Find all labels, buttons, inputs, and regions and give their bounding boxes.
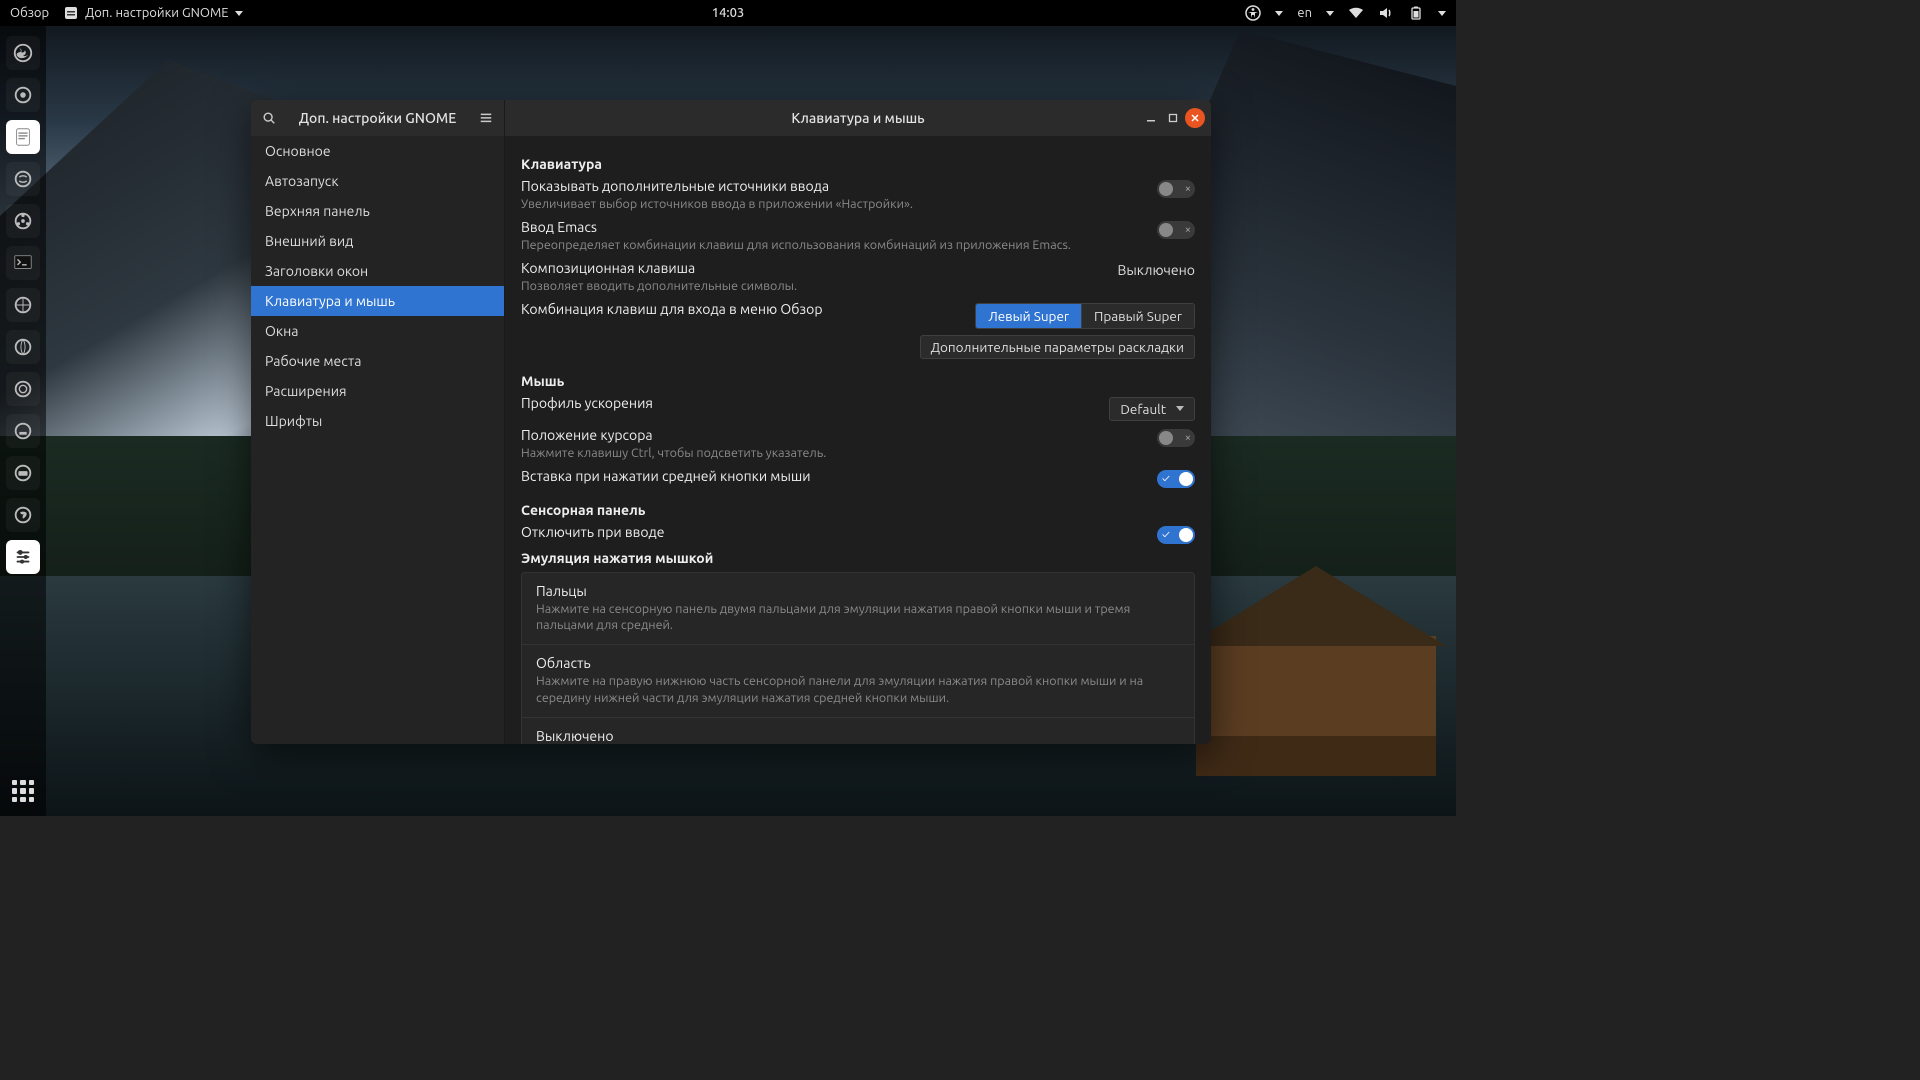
sidebar-item-fonts[interactable]: Шрифты	[251, 406, 504, 436]
gnome-top-bar: Обзор Доп. настройки GNOME 14:03 en	[0, 0, 1456, 26]
app-menu[interactable]: Доп. настройки GNOME	[63, 5, 242, 21]
minimize-button[interactable]	[1141, 108, 1161, 128]
accessibility-icon[interactable]	[1245, 5, 1261, 21]
tweaks-icon	[63, 5, 79, 21]
value-compose-key[interactable]: Выключено	[1117, 262, 1195, 278]
dock-firefox[interactable]	[6, 36, 40, 70]
hamburger-menu-button[interactable]	[468, 100, 504, 136]
dock-app-9[interactable]	[6, 498, 40, 532]
label-extra-input-sources: Показывать дополнительные источники ввод…	[521, 178, 1145, 194]
sidebar-item-topbar[interactable]: Верхняя панель	[251, 196, 504, 226]
dock-app-7[interactable]	[6, 414, 40, 448]
ubuntu-dock	[0, 26, 46, 816]
search-button[interactable]	[251, 100, 287, 136]
click-emulation-list: Пальцы Нажмите на сенсорную панель двумя…	[521, 572, 1195, 745]
maximize-button[interactable]	[1163, 108, 1183, 128]
switch-middle-click-paste[interactable]: ✓	[1157, 470, 1195, 488]
window-titlebar[interactable]: Доп. настройки GNOME Клавиатура и мышь	[251, 100, 1211, 136]
switch-locate-pointer[interactable]: ×	[1157, 429, 1195, 447]
switch-disable-while-typing[interactable]: ✓	[1157, 526, 1195, 544]
settings-content: Клавиатура Показывать дополнительные ист…	[505, 136, 1211, 744]
dock-gnome-tweaks[interactable]	[6, 540, 40, 574]
chevron-down-icon	[1438, 11, 1446, 16]
clock[interactable]: 14:03	[712, 6, 745, 20]
section-keyboard: Клавиатура	[521, 156, 1195, 172]
category-sidebar: Основное Автозапуск Верхняя панель Внешн…	[251, 136, 505, 744]
overview-key-left-super[interactable]: Левый Super	[976, 304, 1081, 328]
label-overview-shortcut: Комбинация клавиш для входа в меню Обзор	[521, 301, 963, 317]
chevron-down-icon	[235, 11, 243, 16]
chevron-down-icon	[1275, 11, 1283, 16]
label-emacs-input: Ввод Emacs	[521, 219, 1145, 235]
chevron-down-icon	[1326, 11, 1334, 16]
label-accel-profile: Профиль ускорения	[521, 395, 1097, 411]
desc-locate-pointer: Нажмите клавишу Ctrl, чтобы подсветить у…	[521, 445, 1145, 462]
section-mouse: Мышь	[521, 373, 1195, 389]
click-emulation-fingers[interactable]: Пальцы Нажмите на сенсорную панель двумя…	[522, 573, 1194, 645]
label-disable-while-typing: Отключить при вводе	[521, 524, 1145, 540]
click-emulation-disabled[interactable]: Выключено Не использовать эмуляцию мыши.	[522, 717, 1194, 744]
sidebar-item-general[interactable]: Основное	[251, 136, 504, 166]
close-button[interactable]	[1185, 108, 1205, 128]
section-touchpad: Сенсорная панель	[521, 502, 1195, 518]
switch-extra-input-sources[interactable]: ×	[1157, 180, 1195, 198]
overview-key-right-super[interactable]: Правый Super	[1081, 304, 1194, 328]
activities-button[interactable]: Обзор	[10, 6, 49, 20]
desc-extra-input-sources: Увеличивает выбор источников ввода в при…	[521, 196, 1145, 213]
dock-app-6[interactable]	[6, 372, 40, 406]
dock-app-1[interactable]	[6, 78, 40, 112]
dock-terminal[interactable]	[6, 246, 40, 280]
desc-emacs-input: Переопределяет комбинации клавиш для исп…	[521, 237, 1145, 254]
dock-app-5[interactable]	[6, 330, 40, 364]
sidebar-item-extensions[interactable]: Расширения	[251, 376, 504, 406]
label-click-emulation: Эмуляция нажатия мышкой	[521, 550, 1195, 566]
switch-emacs-input[interactable]: ×	[1157, 221, 1195, 239]
label-middle-click-paste: Вставка при нажатии средней кнопки мыши	[521, 468, 1145, 484]
sidebar-item-startup[interactable]: Автозапуск	[251, 166, 504, 196]
sidebar-item-windows[interactable]: Окна	[251, 316, 504, 346]
label-locate-pointer: Положение курсора	[521, 427, 1145, 443]
titlebar-page-title: Клавиатура и мышь	[505, 110, 1211, 126]
button-additional-layout-options[interactable]: Дополнительные параметры раскладки	[920, 335, 1195, 359]
sidebar-item-workspaces[interactable]: Рабочие места	[251, 346, 504, 376]
label-compose-key: Композиционная клавиша	[521, 260, 1105, 276]
click-emulation-area[interactable]: Область Нажмите на правую нижнюю часть с…	[522, 644, 1194, 717]
show-applications-button[interactable]	[0, 780, 46, 802]
gnome-tweaks-window: Доп. настройки GNOME Клавиатура и мышь О…	[251, 100, 1211, 744]
segmented-overview-key: Левый Super Правый Super	[975, 303, 1195, 329]
titlebar-left-title: Доп. настройки GNOME	[287, 110, 468, 126]
dock-app-2[interactable]	[6, 162, 40, 196]
chevron-down-icon	[1176, 406, 1184, 411]
sidebar-item-appearance[interactable]: Внешний вид	[251, 226, 504, 256]
dock-app-3[interactable]	[6, 204, 40, 238]
combo-accel-profile-value: Default	[1120, 401, 1166, 417]
desc-compose-key: Позволяет вводить дополнительные символы…	[521, 278, 1105, 295]
app-menu-label: Доп. настройки GNOME	[85, 6, 228, 20]
volume-icon[interactable]	[1378, 5, 1394, 21]
combo-accel-profile[interactable]: Default	[1109, 397, 1195, 421]
dock-text-editor[interactable]	[6, 120, 40, 154]
sidebar-item-titlebars[interactable]: Заголовки окон	[251, 256, 504, 286]
network-wifi-icon[interactable]	[1348, 5, 1364, 21]
sidebar-item-keyboard-mouse[interactable]: Клавиатура и мышь	[251, 286, 504, 316]
keyboard-layout-indicator[interactable]: en	[1297, 6, 1312, 20]
dock-app-8[interactable]	[6, 456, 40, 490]
dock-app-4[interactable]	[6, 288, 40, 322]
battery-icon[interactable]	[1408, 5, 1424, 21]
